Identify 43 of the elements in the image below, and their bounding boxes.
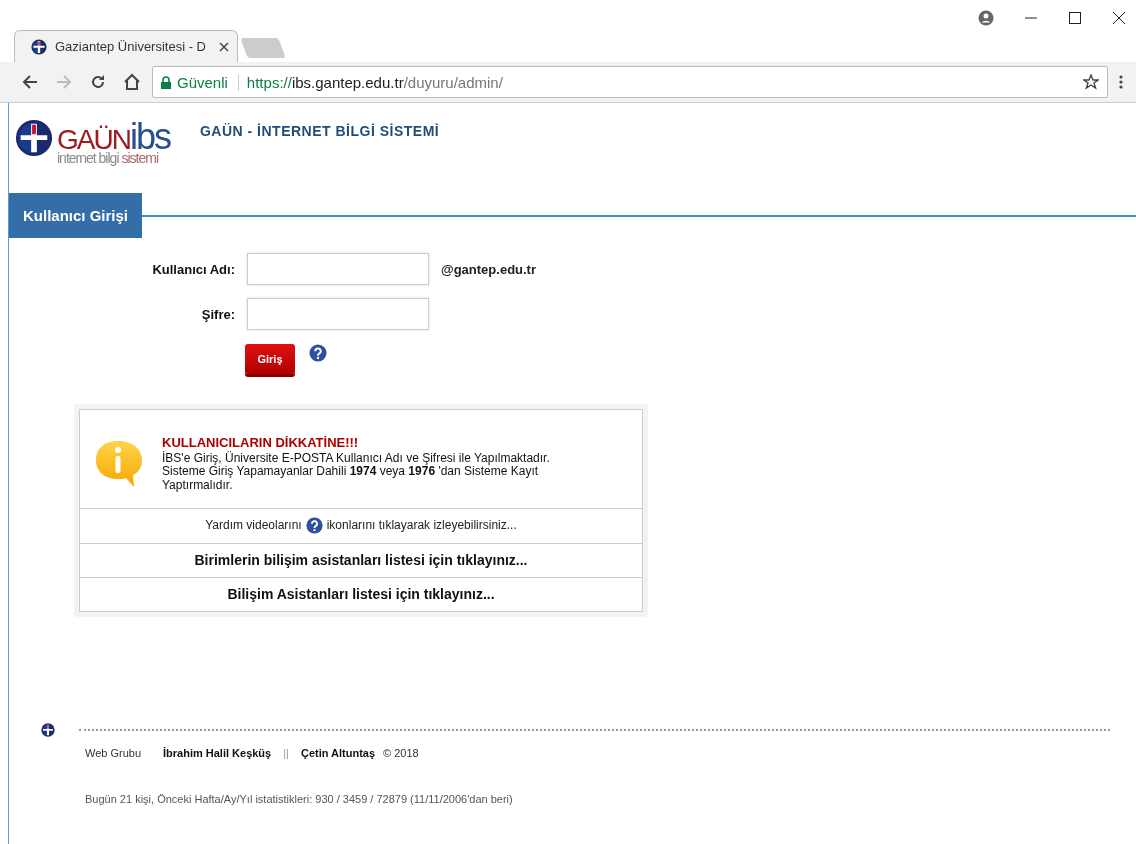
help-icon[interactable]: [309, 344, 327, 362]
separator-text: ||: [283, 747, 289, 759]
email-domain-suffix: @gantep.edu.tr: [441, 261, 537, 277]
copyright-text: © 2018: [383, 747, 419, 759]
favicon-icon: [31, 38, 47, 55]
login-button[interactable]: Giriş: [245, 344, 295, 374]
address-bar[interactable]: Güvenli https://ibs.gantep.edu.tr/duyuru/admin/: [152, 66, 1108, 98]
group-label: Web Grubu: [85, 747, 143, 759]
site-title: GAÜN - İNTERNET BİLGİ SİSTEMİ: [199, 122, 440, 141]
close-icon[interactable]: [1112, 11, 1126, 25]
home-icon[interactable]: [123, 73, 141, 91]
notice-text: Sisteme Giriş Yapamayanlar Dahili 1974 veya 1976 'dan Sisteme Kayıt Yaptırmalıdır.: [162, 465, 539, 492]
logo-tagline: sistemi: [121, 151, 159, 165]
secure-label: Güvenli: [177, 73, 228, 91]
info-icon: [94, 438, 144, 489]
author-link[interactable]: İbrahim Halil Keşküş: [163, 747, 272, 759]
star-icon[interactable]: [1083, 74, 1099, 90]
help-icon[interactable]: [305, 516, 323, 534]
browser-tab[interactable]: Gaziantep Üniversitesi - D: [14, 30, 238, 62]
list-link[interactable]: Bilişim Asistanları listesi için tıklayınız...: [80, 577, 642, 611]
url-text: https://ibs.gantep.edu.tr/duyuru/admin/: [246, 73, 504, 91]
tab-title: Gaziantep Üniversitesi - D: [55, 39, 207, 54]
help-text: ikonlarını tıklayarak izleyebilirsiniz...: [326, 518, 517, 533]
reload-icon[interactable]: [90, 74, 106, 90]
logo-tagline: internet bilgi: [57, 151, 119, 165]
field-label: Kullanıcı Adı:: [151, 261, 235, 277]
logo-globe-icon: [15, 119, 53, 157]
profile-icon[interactable]: [978, 10, 994, 26]
notice-text: İBS'e Giriş, Üniversite E-POSTA Kullanıcı Adı ve Şifresi ile Yapılmaktadır.: [162, 452, 551, 466]
visitor-stats: Bugün 21 kişi, Önceki Hafta/Ay/Yıl istatistikleri: 930 / 3459 / 72879 (11/11/2006'dan beri): [85, 793, 514, 805]
close-icon[interactable]: [219, 41, 229, 52]
list-link[interactable]: Birimlerin bilişim asistanları listesi için tıklayınız...: [80, 543, 642, 578]
author-link[interactable]: Çetin Altuntaş: [300, 747, 376, 759]
maximize-icon[interactable]: [1068, 11, 1082, 25]
input-field[interactable]: [247, 298, 429, 330]
back-arrow-icon[interactable]: [22, 74, 38, 90]
help-text: Yardım videolarını: [205, 518, 302, 533]
notice-title: KULLANICILARIN DİKKATİNE!!!: [162, 436, 360, 451]
section-title: Kullanıcı Girişi: [9, 193, 143, 238]
footer-logo-icon: [41, 723, 55, 737]
input-field[interactable]: [247, 253, 429, 285]
field-label: Şifre:: [200, 306, 235, 322]
lock-icon: [161, 75, 171, 89]
